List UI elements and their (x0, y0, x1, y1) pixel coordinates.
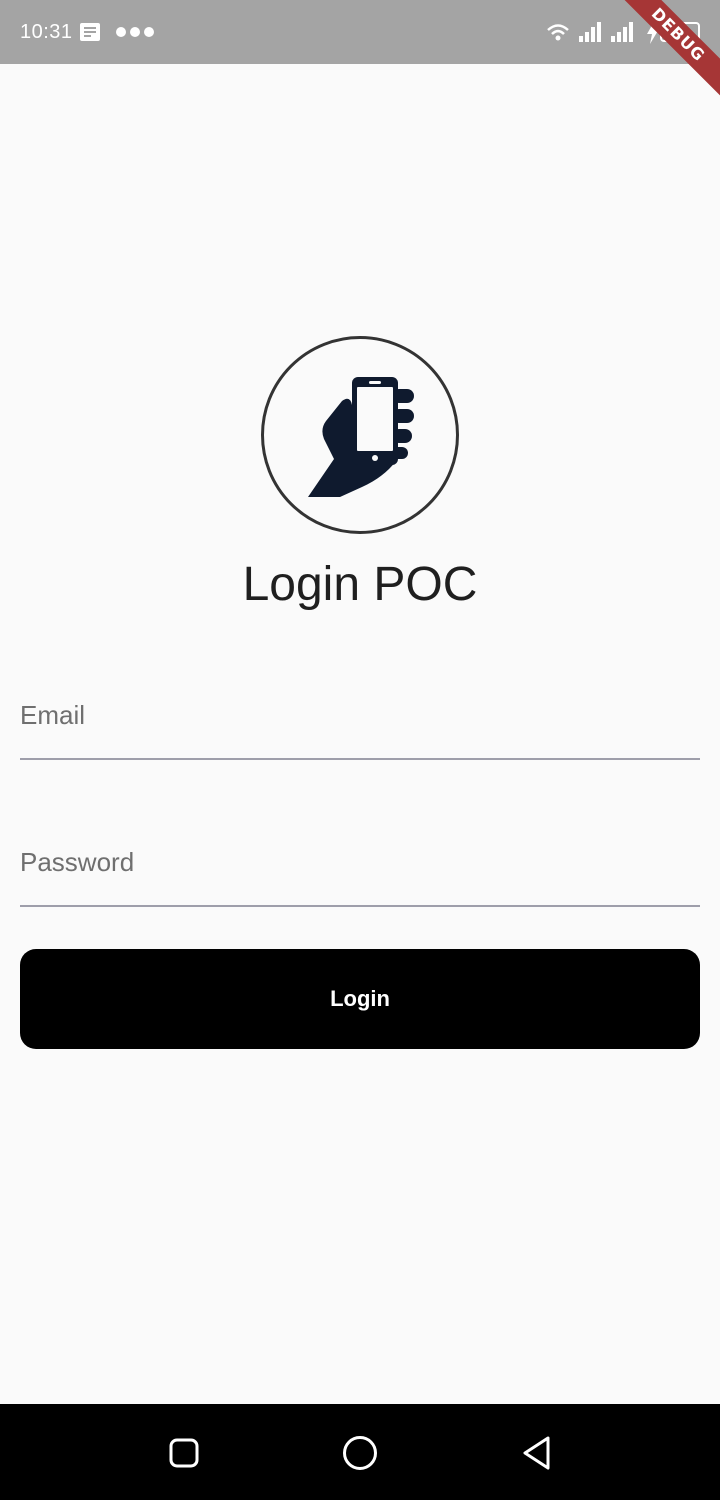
status-bar: 10:31 34 (0, 0, 720, 64)
more-dots-icon (116, 27, 154, 37)
recent-apps-icon[interactable] (168, 1437, 200, 1469)
system-nav-bar (0, 1404, 720, 1500)
password-field-container (20, 839, 700, 909)
email-field-container (20, 692, 700, 762)
email-field[interactable] (20, 692, 700, 760)
app-logo (261, 336, 459, 534)
signal-icon (611, 22, 633, 42)
signal-icon (579, 22, 601, 42)
wifi-icon (547, 24, 569, 41)
back-icon[interactable] (520, 1435, 554, 1471)
home-icon[interactable] (342, 1435, 378, 1471)
password-field[interactable] (20, 839, 700, 907)
login-button[interactable]: Login (20, 949, 700, 1049)
hand-holding-phone-icon (308, 377, 414, 497)
status-time: 10:31 (20, 21, 73, 43)
notification-icon (80, 23, 100, 41)
page-title: Login POC (242, 558, 478, 611)
